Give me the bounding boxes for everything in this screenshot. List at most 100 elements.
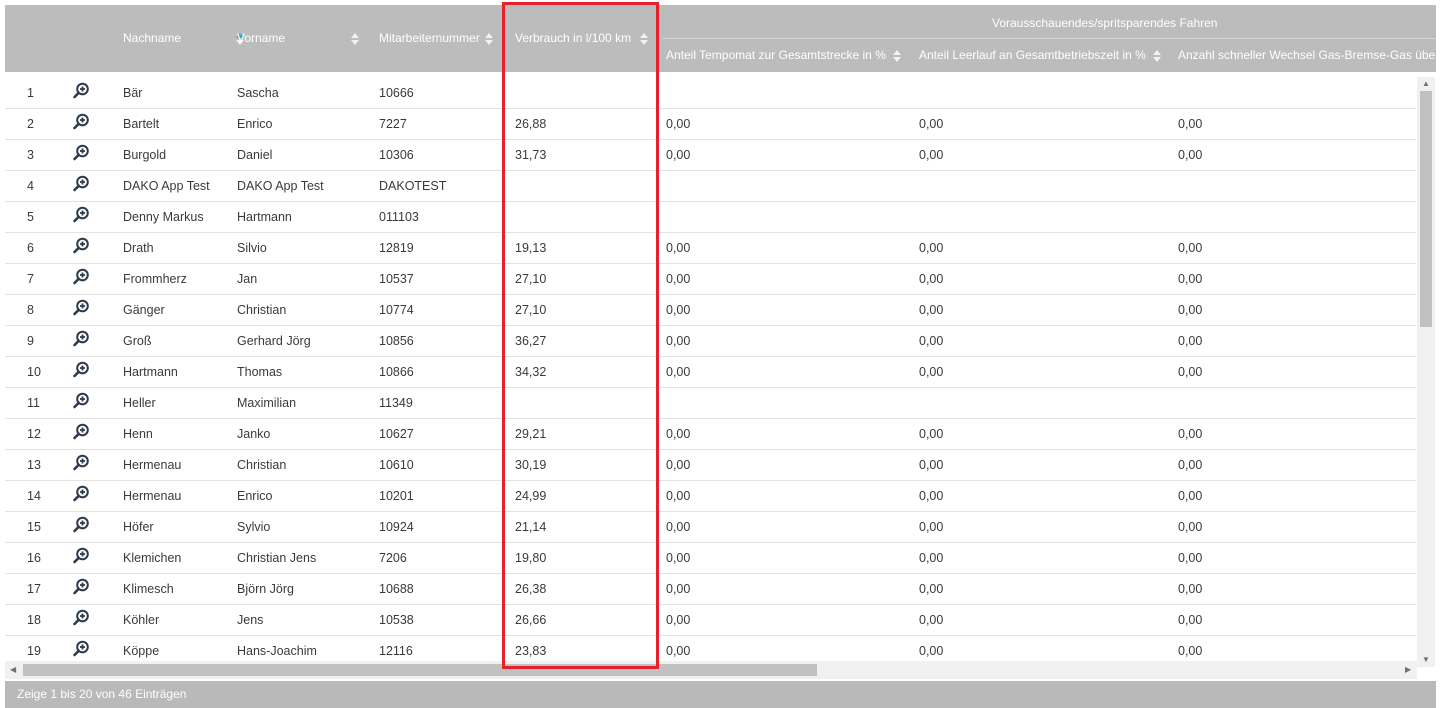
horizontal-scroll-thumb[interactable] [23, 664, 817, 676]
table-row[interactable]: 1 Bär Sascha 10666 [5, 77, 1416, 109]
row-number: 3 [27, 148, 34, 162]
zoom-in-icon[interactable] [72, 578, 90, 596]
cell-leerlauf: 0,00 [919, 458, 944, 472]
row-number: 7 [27, 272, 34, 286]
sort-icon[interactable] [893, 49, 902, 62]
horizontal-scrollbar[interactable]: ◀ ▶ [5, 661, 1417, 679]
cell-leerlauf: 0,00 [919, 334, 944, 348]
cell-leerlauf: 0,00 [919, 551, 944, 565]
cell-nachname: Drath [123, 241, 154, 255]
sort-icon[interactable] [485, 32, 494, 45]
cell-nachname: Köhler [123, 613, 160, 627]
table-row[interactable]: 11 Heller Maximilian 11349 [5, 387, 1416, 419]
header-mitarbeiternummer[interactable]: Mitarbeiternummer [379, 31, 494, 45]
cell-mitarbeiternummer: 10538 [379, 613, 414, 627]
cell-wechsel: 0,00 [1178, 303, 1203, 317]
cell-nachname: Bartelt [123, 117, 160, 131]
table-row[interactable]: 5 Denny Markus Hartmann 011103 [5, 201, 1416, 233]
table-row[interactable]: 10 Hartmann Thomas 10866 34,32 0,00 0,00 0,00 [5, 356, 1416, 388]
cell-nachname: Hartmann [123, 365, 178, 379]
row-number: 8 [27, 303, 34, 317]
table-row[interactable]: 7 Frommherz Jan 10537 27,10 0,00 0,00 0,00 [5, 263, 1416, 295]
zoom-in-icon[interactable] [72, 547, 90, 565]
vertical-scroll-thumb[interactable] [1420, 91, 1432, 327]
table-row[interactable]: 17 Klimesch Björn Jörg 10688 26,38 0,00 0,00 0,… [5, 573, 1416, 605]
zoom-in-icon[interactable] [72, 485, 90, 503]
zoom-in-icon[interactable] [72, 237, 90, 255]
cell-mitarbeiternummer: 10688 [379, 582, 414, 596]
vertical-scrollbar[interactable]: ▲ ▼ [1417, 77, 1435, 667]
cell-nachname: Hermenau [123, 458, 182, 472]
cell-tempomat: 0,00 [666, 117, 691, 131]
zoom-in-icon[interactable] [72, 82, 90, 100]
row-number: 14 [27, 489, 41, 503]
table-row[interactable]: 3 Burgold Daniel 10306 31,73 0,00 0,00 0,00 [5, 139, 1416, 171]
table-row[interactable]: 6 Drath Silvio 12819 19,13 0,00 0,00 0,00 [5, 232, 1416, 264]
cell-leerlauf: 0,00 [919, 272, 944, 286]
zoom-in-icon[interactable] [72, 144, 90, 162]
table-row[interactable]: 12 Henn Janko 10627 29,21 0,00 0,00 0,00 [5, 418, 1416, 450]
zoom-in-icon[interactable] [72, 423, 90, 441]
zoom-in-icon[interactable] [72, 330, 90, 348]
cell-wechsel: 0,00 [1178, 272, 1203, 286]
cell-tempomat: 0,00 [666, 520, 691, 534]
cell-leerlauf: 0,00 [919, 613, 944, 627]
header-nachname[interactable]: Nachname [123, 31, 245, 45]
cell-tempomat: 0,00 [666, 272, 691, 286]
cell-leerlauf: 0,00 [919, 644, 944, 658]
scroll-right-icon[interactable]: ▶ [1405, 665, 1411, 674]
header-leerlauf-label: Anteil Leerlauf an Gesamtbetriebszeit in… [919, 48, 1146, 62]
zoom-in-icon[interactable] [72, 113, 90, 131]
sort-icon[interactable] [1153, 49, 1162, 62]
cell-vorname: Janko [237, 427, 271, 441]
table-row[interactable]: 13 Hermenau Christian 10610 30,19 0,00 0,00 0,0… [5, 449, 1416, 481]
cell-mitarbeiternummer: 7206 [379, 551, 407, 565]
header-leerlauf[interactable]: Anteil Leerlauf an Gesamtbetriebszeit in… [919, 48, 1162, 62]
zoom-in-icon[interactable] [72, 640, 90, 658]
row-number: 1 [27, 86, 34, 100]
row-number: 15 [27, 520, 41, 534]
header-vorname[interactable]: Vorname [237, 31, 360, 45]
cell-vorname: Jens [237, 613, 264, 627]
zoom-in-icon[interactable] [72, 361, 90, 379]
cell-tempomat: 0,00 [666, 148, 691, 162]
table-row[interactable]: 9 Groß Gerhard Jörg 10856 36,27 0,00 0,00 0,00 [5, 325, 1416, 357]
sort-icon[interactable] [351, 32, 360, 45]
table-row[interactable]: 8 Gänger Christian 10774 27,10 0,00 0,00 0,00 [5, 294, 1416, 326]
row-number: 13 [27, 458, 41, 472]
cell-leerlauf: 0,00 [919, 303, 944, 317]
table-row[interactable]: 18 Köhler Jens 10538 26,66 0,00 0,00 0,00 [5, 604, 1416, 636]
cell-leerlauf: 0,00 [919, 117, 944, 131]
zoom-in-icon[interactable] [72, 268, 90, 286]
header-tempomat[interactable]: Anteil Tempomat zur Gesamtstrecke in % [666, 48, 902, 62]
scroll-down-icon[interactable]: ▼ [1422, 655, 1430, 664]
table-row[interactable]: 15 Höfer Sylvio 10924 21,14 0,00 0,00 0,00 [5, 511, 1416, 543]
cell-vorname: Christian [237, 303, 287, 317]
table-row[interactable]: 14 Hermenau Enrico 10201 24,99 0,00 0,00 0,00 [5, 480, 1416, 512]
zoom-in-icon[interactable] [72, 516, 90, 534]
table-row[interactable]: 4 DAKO App Test DAKO App Test DAKOTEST [5, 170, 1416, 202]
table-row[interactable]: 16 Klemichen Christian Jens 7206 19,80 0,00 0,… [5, 542, 1416, 574]
cell-vorname: Hans-Joachim [237, 644, 317, 658]
cell-vorname: Sascha [237, 86, 279, 100]
header-wechsel[interactable]: Anzahl schneller Wechsel Gas-Bremse-Gas … [1178, 48, 1436, 62]
scroll-left-icon[interactable]: ◀ [10, 665, 16, 674]
zoom-in-icon[interactable] [72, 392, 90, 410]
cell-nachname: Hermenau [123, 489, 182, 503]
scroll-up-icon[interactable]: ▲ [1422, 79, 1430, 88]
cell-nachname: Köppe [123, 644, 160, 658]
pagination-info: Zeige 1 bis 20 von 46 Einträgen [17, 687, 187, 701]
zoom-in-icon[interactable] [72, 454, 90, 472]
zoom-in-icon[interactable] [72, 175, 90, 193]
cell-wechsel: 0,00 [1178, 551, 1203, 565]
cell-vorname: Hartmann [237, 210, 292, 224]
table-row[interactable]: 2 Bartelt Enrico 7227 26,88 0,00 0,00 0,00 [5, 108, 1416, 140]
cell-nachname: Denny Markus [123, 210, 204, 224]
zoom-in-icon[interactable] [72, 299, 90, 317]
cell-tempomat: 0,00 [666, 303, 691, 317]
data-table: Nachname Vorname Mitarbeiternummer Verbr… [5, 5, 1436, 708]
zoom-in-icon[interactable] [72, 206, 90, 224]
zoom-in-icon[interactable] [72, 609, 90, 627]
cell-leerlauf: 0,00 [919, 582, 944, 596]
cell-tempomat: 0,00 [666, 613, 691, 627]
